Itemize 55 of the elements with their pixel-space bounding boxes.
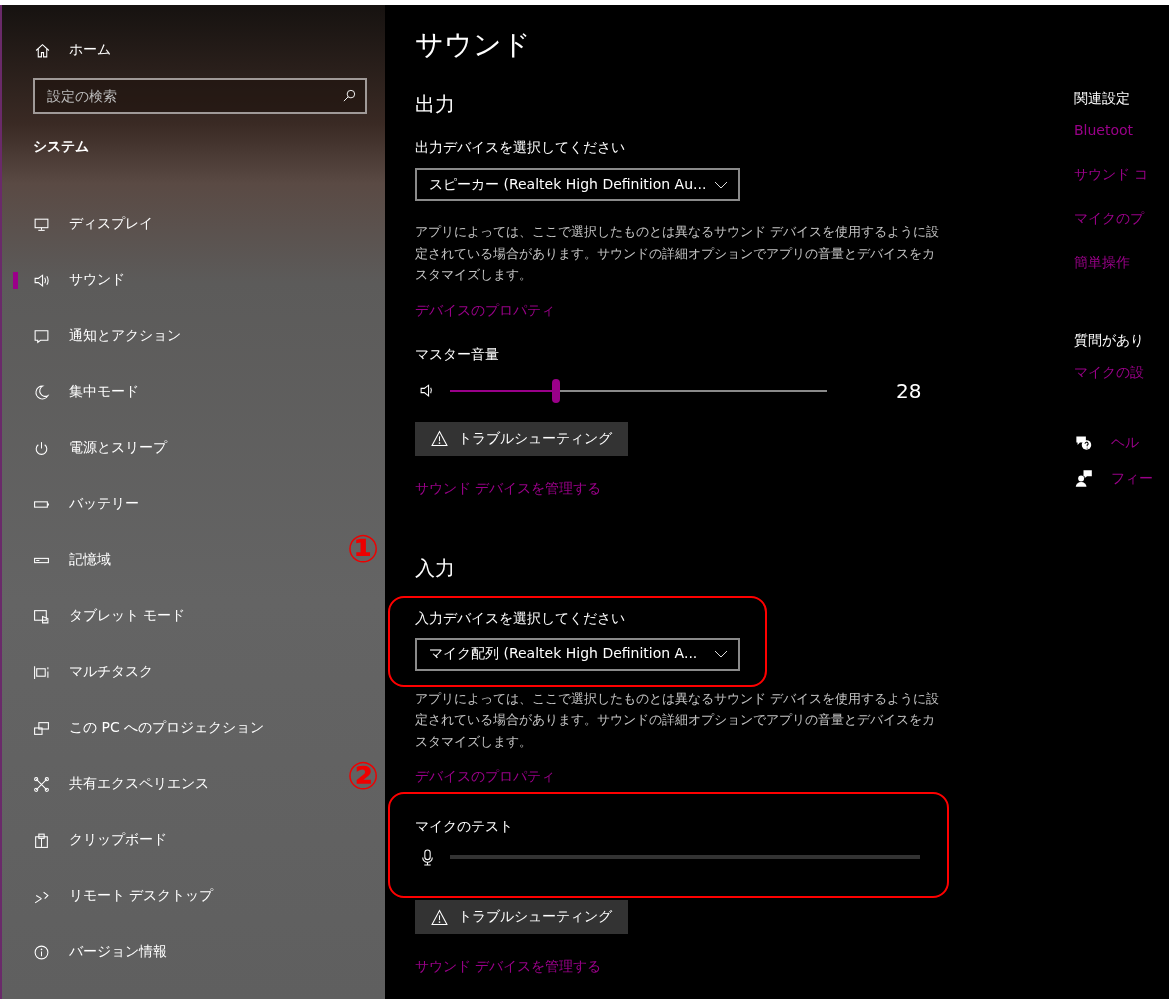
slider-thumb[interactable] [551,378,560,403]
screens-icon [33,719,50,737]
clipboard-icon [33,831,50,849]
description-text: アプリによっては、ここで選択したものとは異なるサウンド デバイスを使用するように設定されている場合があります。サウンドの詳細オプションでアプリの音量とデバイスをカスタマイズします。 [415,223,941,284]
warning-icon [431,908,448,926]
sidebar-item[interactable]: タブレット モード [2,588,333,644]
device-dropdown[interactable]: マイク配列 (Realtek High Definition A... [415,637,740,671]
sidebar-item[interactable]: サウンド [2,252,333,308]
numbered-marker: ② [347,756,380,796]
warning-icon [431,430,448,447]
device-dropdown[interactable]: スピーカー (Realtek High Definition Au... [415,168,740,201]
sidebar-item[interactable]: 通知とアクション [2,308,333,364]
field-label: 入力デバイスを選択してください [415,608,626,628]
section-heading: 入力 [415,554,456,582]
sidebar-item[interactable]: バージョン情報 [2,924,333,980]
numbered-marker: ① [347,528,380,569]
sidebar-item[interactable]: 記憶域 [2,532,333,588]
share-icon [33,775,50,793]
question-heading: 質問があり [1074,331,1145,350]
category-heading: システム [33,138,90,156]
volume-value: 28 [896,378,922,403]
search-icon [342,88,357,103]
person-icon [1074,468,1093,488]
sidebar-item[interactable]: クリップボード [2,812,333,868]
volume-slider[interactable] [450,378,827,403]
sidebar-item[interactable]: 集中モード [2,364,333,420]
moon-icon [33,383,50,401]
troubleshoot-button[interactable]: トラブルシューティング [415,900,628,934]
field-label: 出力デバイスを選択してください [415,138,626,157]
search-field[interactable]: 設定の検索 [33,78,367,114]
microphone-icon [419,848,436,866]
mic-test-label: マイクのテスト [415,817,514,836]
sidebar-item[interactable]: この PC へのプロジェクション [2,700,333,756]
sidebar-item[interactable]: ディスプレイ [2,196,333,252]
speaker-icon [33,271,50,289]
section-heading: 出力 [415,91,456,118]
sidebar-item[interactable]: マルチタスク [2,644,333,700]
chevron-down-icon [714,650,728,658]
message-icon [33,327,50,345]
page-title: サウンド [415,27,532,63]
info-icon [33,943,50,961]
home-link[interactable]: ホーム [34,40,385,60]
window-icon [33,663,50,681]
troubleshoot-button[interactable]: トラブルシューティング [415,421,628,456]
power-icon [33,439,50,457]
tablet-icon [33,607,50,625]
home-icon [34,41,51,59]
description-text: アプリによっては、ここで選択したものとは異なるサウンド デバイスを使用するように設定されている場合があります。サウンドの詳細オプションでアプリの音量とデバイスをカスタマイズします。 [415,689,941,751]
sidebar-item[interactable]: バッテリー [2,476,333,532]
sidebar-item[interactable]: リモート デスクトップ [2,868,333,924]
related-settings-heading: 関連設定 [1074,89,1131,108]
sidebar-item[interactable]: 電源とスリープ [2,420,333,476]
volume-label: マスター音量 [415,344,500,364]
sidebar-item[interactable]: 共有エクスペリエンス [2,756,333,812]
chevron-down-icon [714,180,728,189]
